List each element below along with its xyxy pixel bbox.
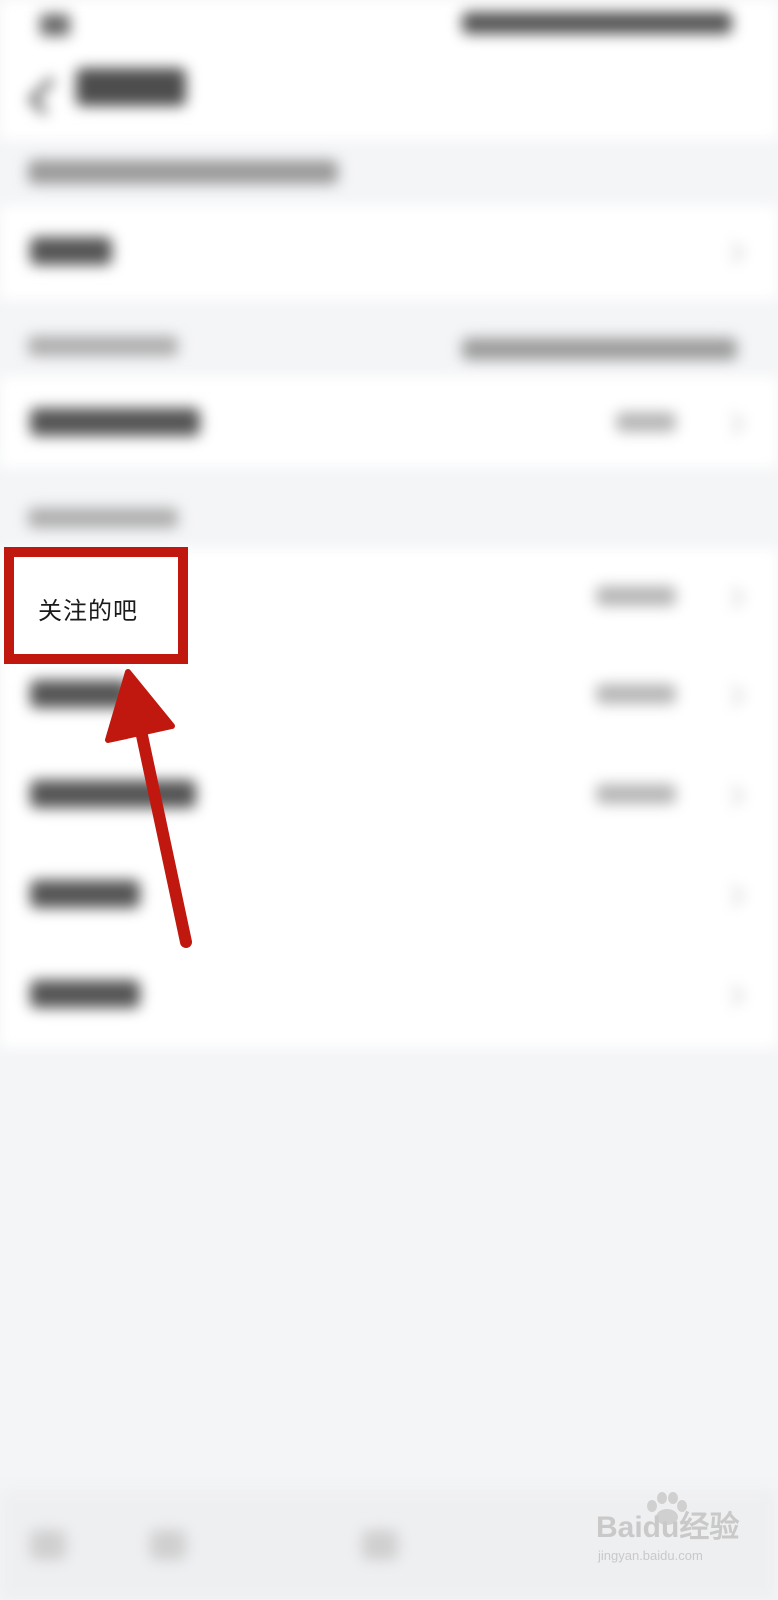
status-indicators — [462, 12, 732, 34]
watermark: Baidu经验 jingyan.baidu.com — [592, 1492, 752, 1592]
section-header — [28, 508, 178, 528]
row-value — [596, 684, 676, 704]
page-title — [76, 68, 186, 106]
bottom-icon[interactable] — [362, 1530, 398, 1560]
watermark-brand: Baidu经验 — [596, 1511, 740, 1544]
chevron-right-icon — [722, 884, 745, 907]
back-icon[interactable] — [27, 76, 67, 116]
row-label — [30, 680, 130, 708]
bottom-icon[interactable] — [30, 1530, 66, 1560]
highlight-box[interactable]: 关注的吧 — [4, 547, 188, 664]
chevron-right-icon — [722, 684, 745, 707]
watermark-domain: jingyan.baidu.com — [598, 1548, 703, 1563]
row-value — [596, 586, 676, 606]
breadcrumb — [28, 160, 338, 184]
row-value — [616, 412, 676, 432]
status-icon — [40, 14, 70, 36]
row-label — [30, 980, 140, 1008]
section-header — [28, 336, 178, 356]
status-bar — [0, 0, 778, 50]
row-label — [30, 408, 200, 436]
nav-bar — [0, 50, 778, 140]
settings-row[interactable] — [0, 205, 778, 300]
chevron-right-icon — [722, 784, 745, 807]
chevron-right-icon — [722, 412, 745, 435]
chevron-right-icon — [722, 241, 745, 264]
row-value — [596, 784, 676, 804]
row-label — [30, 237, 112, 265]
section-note — [462, 338, 737, 360]
chevron-right-icon — [722, 586, 745, 609]
settings-row[interactable] — [0, 376, 778, 468]
row-label — [30, 880, 140, 908]
bottom-icon[interactable] — [150, 1530, 186, 1560]
followed-bars-label: 关注的吧 — [38, 597, 138, 625]
row-label — [30, 780, 196, 808]
chevron-right-icon — [722, 984, 745, 1007]
